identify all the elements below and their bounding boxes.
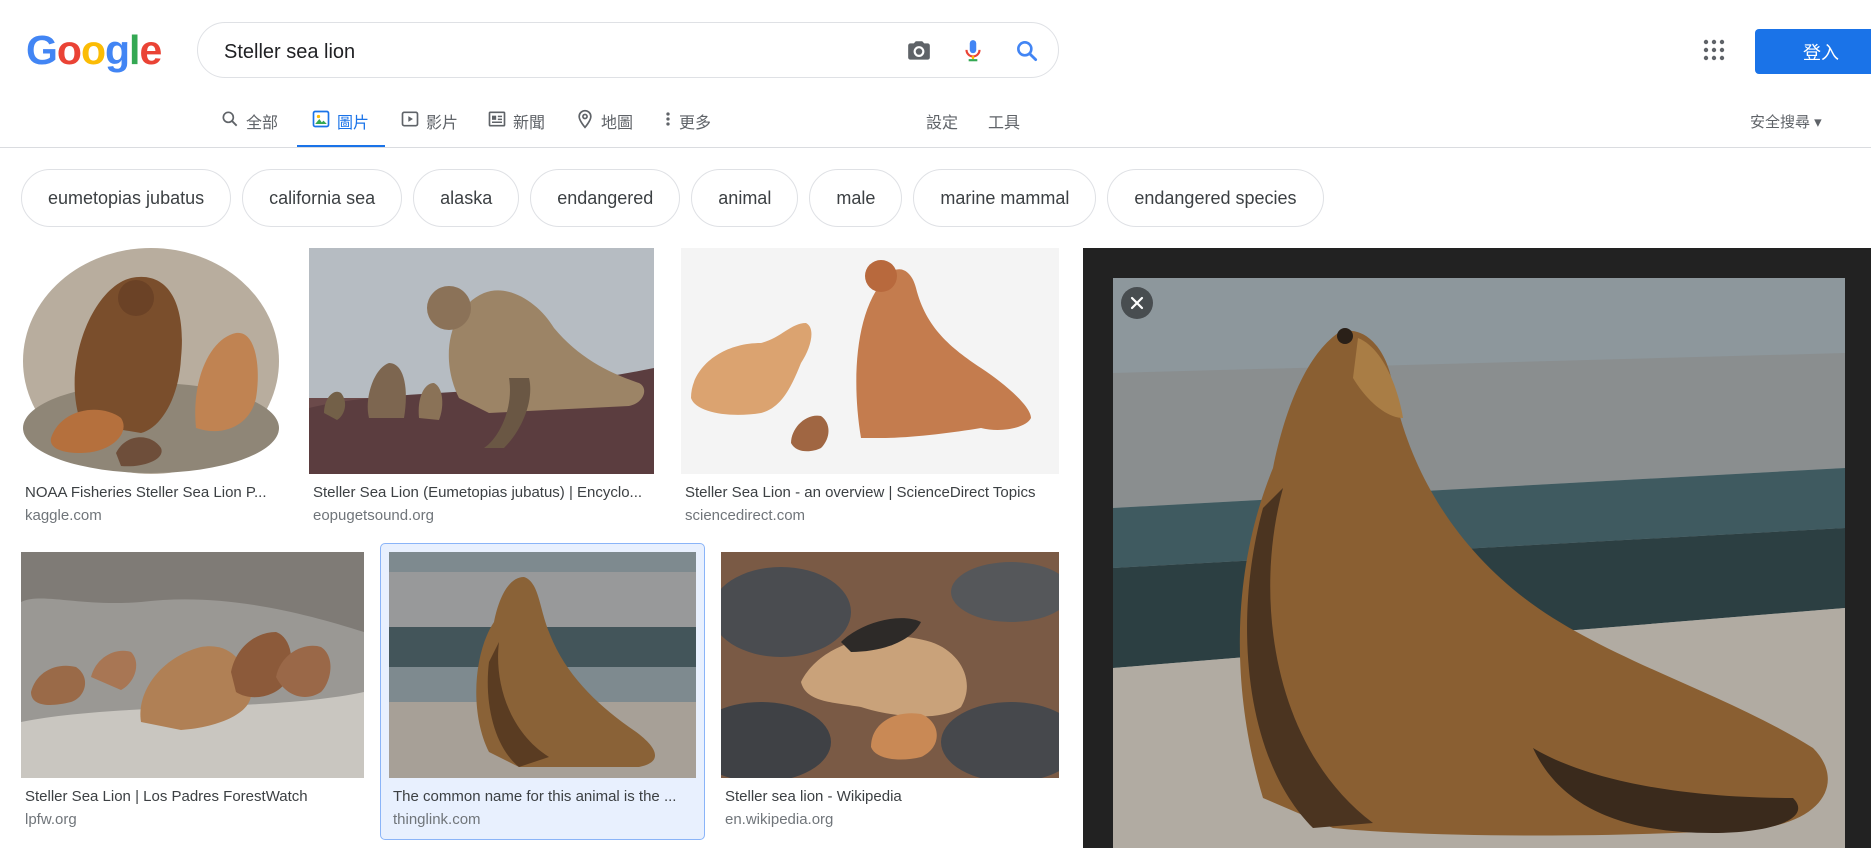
logo-letter: e bbox=[139, 27, 162, 73]
result-thumbnail[interactable] bbox=[389, 552, 696, 778]
chip[interactable]: california sea bbox=[242, 169, 403, 227]
search-icon[interactable] bbox=[1014, 38, 1040, 64]
preview-image[interactable] bbox=[1113, 278, 1845, 848]
settings-link[interactable]: 設定 bbox=[926, 109, 958, 133]
chip[interactable]: male bbox=[809, 169, 903, 227]
result-thumbnail[interactable] bbox=[721, 552, 1059, 778]
header-divider bbox=[0, 147, 1871, 148]
signin-button[interactable]: 登入 bbox=[1755, 29, 1871, 74]
result-source[interactable]: kaggle.com bbox=[25, 507, 102, 524]
result-thumbnail[interactable] bbox=[21, 248, 281, 474]
apps-grid-icon[interactable] bbox=[1702, 38, 1726, 62]
logo-letter: o bbox=[80, 27, 106, 73]
tab-images[interactable]: 圖片 bbox=[297, 104, 385, 148]
tab-videos[interactable]: 影片 bbox=[400, 104, 458, 148]
result-source[interactable]: eopugetsound.org bbox=[313, 507, 434, 524]
result-title[interactable]: Steller Sea Lion - an overview | Science… bbox=[685, 484, 1057, 501]
result-title[interactable]: Steller Sea Lion (Eumetopias jubatus) | … bbox=[313, 484, 653, 501]
result-source[interactable]: thinglink.com bbox=[393, 811, 481, 828]
result-source[interactable]: en.wikipedia.org bbox=[725, 811, 833, 828]
result-thumbnail[interactable] bbox=[21, 552, 364, 778]
news-icon bbox=[487, 109, 507, 129]
result-thumbnail[interactable] bbox=[309, 248, 654, 474]
logo-letter: G bbox=[26, 27, 58, 73]
result-title[interactable]: Steller sea lion - Wikipedia bbox=[725, 788, 1055, 805]
logo-letter: g bbox=[105, 27, 130, 73]
chip[interactable]: animal bbox=[691, 169, 799, 227]
result-title[interactable]: Steller Sea Lion | Los Padres ForestWatc… bbox=[25, 788, 360, 805]
safe-search-dropdown[interactable]: 安全搜尋 ▾ bbox=[1750, 111, 1822, 132]
search-input[interactable] bbox=[222, 37, 866, 67]
search-box[interactable] bbox=[197, 22, 1059, 78]
image-result[interactable]: Steller Sea Lion | Los Padres ForestWatc… bbox=[21, 552, 364, 834]
result-title[interactable]: NOAA Fisheries Steller Sea Lion P... bbox=[25, 484, 277, 501]
camera-icon[interactable] bbox=[906, 38, 932, 64]
tab-more[interactable]: 更多 bbox=[663, 104, 711, 148]
tab-label: 全部 bbox=[246, 115, 279, 132]
chip[interactable]: endangered bbox=[530, 169, 681, 227]
microphone-icon[interactable] bbox=[960, 38, 986, 64]
chip[interactable]: eumetopias jubatus bbox=[21, 169, 232, 227]
tab-label: 更多 bbox=[679, 115, 712, 132]
logo-letter: o bbox=[56, 27, 82, 73]
tab-news[interactable]: 新聞 bbox=[487, 104, 545, 148]
image-result[interactable]: Steller sea lion - Wikipedia en.wikipedi… bbox=[721, 552, 1059, 834]
search-icon bbox=[220, 109, 240, 129]
result-thumbnail[interactable] bbox=[681, 248, 1059, 474]
chip[interactable]: alaska bbox=[413, 169, 520, 227]
related-chips: eumetopias jubatus california sea alaska… bbox=[21, 169, 1324, 227]
close-icon bbox=[1130, 296, 1144, 310]
image-result[interactable]: Steller Sea Lion - an overview | Science… bbox=[681, 248, 1059, 530]
image-result[interactable]: The common name for this animal is the .… bbox=[389, 552, 696, 834]
tab-label: 圖片 bbox=[337, 115, 370, 132]
tab-label: 新聞 bbox=[513, 115, 546, 132]
tab-maps[interactable]: 地圖 bbox=[575, 104, 633, 148]
result-source[interactable]: lpfw.org bbox=[25, 811, 77, 828]
tab-label: 影片 bbox=[426, 115, 459, 132]
tab-label: 地圖 bbox=[601, 115, 634, 132]
tab-all[interactable]: 全部 bbox=[220, 104, 278, 148]
image-preview-panel bbox=[1083, 248, 1871, 848]
image-result[interactable]: Steller Sea Lion (Eumetopias jubatus) | … bbox=[309, 248, 654, 530]
chip[interactable]: endangered species bbox=[1107, 169, 1324, 227]
image-result[interactable]: NOAA Fisheries Steller Sea Lion P... kag… bbox=[21, 248, 281, 530]
image-icon bbox=[311, 109, 331, 129]
map-pin-icon bbox=[575, 109, 595, 129]
logo-letter: l bbox=[129, 27, 140, 73]
chip[interactable]: marine mammal bbox=[913, 169, 1097, 227]
tools-link[interactable]: 工具 bbox=[988, 109, 1020, 133]
google-logo[interactable]: Google bbox=[26, 27, 162, 73]
video-icon bbox=[400, 109, 420, 129]
more-vert-icon bbox=[663, 109, 673, 129]
result-source[interactable]: sciencedirect.com bbox=[685, 507, 805, 524]
close-preview-button[interactable] bbox=[1121, 287, 1153, 319]
result-title[interactable]: The common name for this animal is the .… bbox=[393, 788, 693, 805]
